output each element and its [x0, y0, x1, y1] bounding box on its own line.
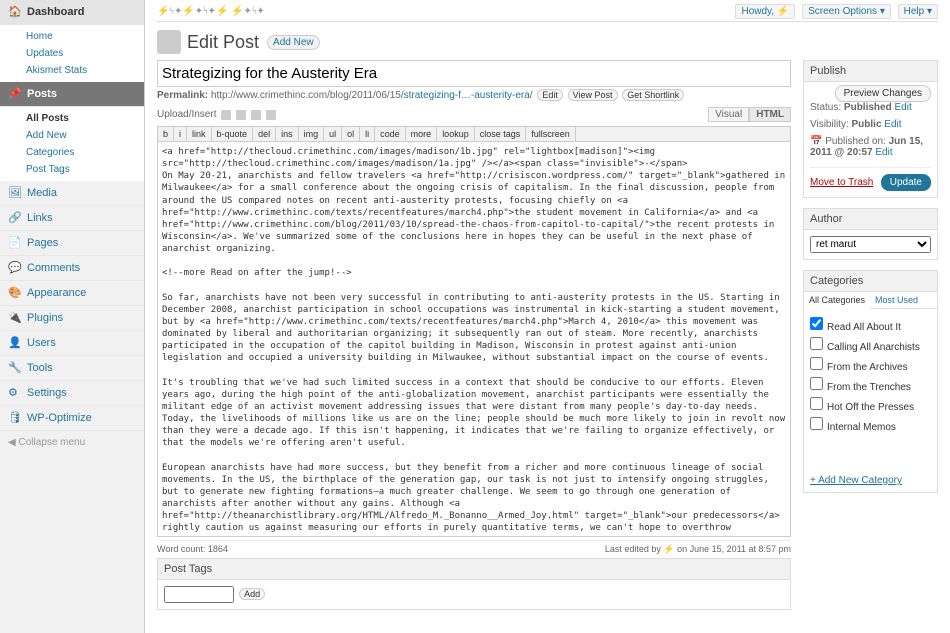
post-icon: [157, 30, 181, 54]
tb-more[interactable]: more: [406, 127, 438, 141]
cat-1[interactable]: Calling All Anarchists: [810, 335, 931, 355]
author-box: Author ret marut: [803, 208, 938, 260]
submenu-add-new[interactable]: Add New: [0, 127, 144, 144]
tb-del[interactable]: del: [253, 127, 276, 141]
plugins-icon: 🔌: [8, 311, 22, 325]
site-title[interactable]: ⚡ϟ✦⚡✦ϟ✦⚡ ⚡✦ϟ✦: [157, 6, 265, 17]
edit-status[interactable]: Edit: [895, 102, 912, 113]
tb-bquote[interactable]: b-quote: [212, 127, 254, 141]
move-to-trash[interactable]: Move to Trash: [810, 177, 873, 188]
cat-3[interactable]: From the Trenches: [810, 375, 931, 395]
menu-wp-optimize[interactable]: 🛢WP-Optimize: [0, 406, 144, 431]
tb-link[interactable]: link: [187, 127, 212, 141]
html-tab[interactable]: HTML: [749, 107, 791, 122]
add-tag-button[interactable]: Add: [239, 588, 265, 600]
permalink-slug[interactable]: strategizing-f…-austerity-era/: [404, 90, 533, 101]
tb-img[interactable]: img: [299, 127, 325, 141]
update-button[interactable]: Update: [881, 174, 931, 191]
submenu-updates[interactable]: Updates: [0, 45, 144, 62]
cat-2[interactable]: From the Archives: [810, 355, 931, 375]
add-image-icon[interactable]: [221, 110, 231, 120]
pin-icon: 📌: [8, 87, 22, 101]
word-count: 1864: [208, 544, 228, 554]
submenu-all-posts[interactable]: All Posts: [0, 110, 144, 127]
menu-plugins[interactable]: 🔌Plugins: [0, 306, 144, 331]
add-new-button[interactable]: Add New: [267, 35, 320, 50]
tb-b[interactable]: b: [158, 127, 174, 141]
author-select[interactable]: ret marut: [810, 236, 931, 253]
menu-appearance[interactable]: 🎨Appearance: [0, 281, 144, 306]
tb-li[interactable]: li: [360, 127, 375, 141]
add-audio-icon[interactable]: [251, 110, 261, 120]
settings-icon: ⚙: [8, 386, 22, 400]
users-icon: 👤: [8, 336, 22, 350]
add-category[interactable]: + Add New Category: [810, 475, 902, 486]
media-icon: 🖼: [8, 186, 22, 200]
menu-settings[interactable]: ⚙Settings: [0, 381, 144, 406]
tb-i[interactable]: i: [174, 127, 187, 141]
get-shortlink-button[interactable]: Get Shortlink: [622, 89, 684, 101]
edit-date[interactable]: Edit: [875, 147, 892, 158]
howdy[interactable]: Howdy, ⚡: [735, 4, 795, 19]
home-icon: 🏠: [8, 5, 22, 19]
menu-links[interactable]: 🔗Links: [0, 206, 144, 231]
submenu-categories[interactable]: Categories: [0, 144, 144, 161]
page-header: Edit Post Add New: [157, 30, 938, 54]
menu-tools[interactable]: 🔧Tools: [0, 356, 144, 381]
posts-submenu: All Posts Add New Categories Post Tags: [0, 107, 144, 181]
post-tags-box: Post Tags Add: [157, 558, 791, 610]
content-editor[interactable]: <a href="http://thecloud.crimethinc.com/…: [157, 141, 791, 537]
tb-ul[interactable]: ul: [324, 127, 342, 141]
comments-icon: 💬: [8, 261, 22, 275]
submenu-akismet[interactable]: Akismet Stats: [0, 62, 144, 79]
help[interactable]: Help ▾: [898, 4, 938, 19]
menu-users[interactable]: 👤Users: [0, 331, 144, 356]
dashboard-submenu: Home Updates Akismet Stats: [0, 25, 144, 82]
top-bar: ⚡ϟ✦⚡✦ϟ✦⚡ ⚡✦ϟ✦ Howdy, ⚡ Screen Options ▾ …: [157, 6, 938, 22]
upload-label: Upload/Insert: [157, 109, 216, 120]
links-icon: 🔗: [8, 211, 22, 225]
cat-4[interactable]: Hot Off the Presses: [810, 395, 931, 415]
tools-icon: 🔧: [8, 361, 22, 375]
menu-pages[interactable]: 📄Pages: [0, 231, 144, 256]
submenu-post-tags[interactable]: Post Tags: [0, 161, 144, 178]
categories-box: Categories All Categories Most Used Read…: [803, 270, 938, 493]
admin-sidebar: 🏠Dashboard Home Updates Akismet Stats 📌P…: [0, 0, 145, 633]
screen-options[interactable]: Screen Options ▾: [802, 4, 891, 19]
tb-ins[interactable]: ins: [276, 127, 299, 141]
tb-close-tags[interactable]: close tags: [475, 127, 527, 141]
edit-visibility[interactable]: Edit: [884, 119, 901, 130]
menu-media[interactable]: 🖼Media: [0, 181, 144, 206]
view-post-button[interactable]: View Post: [568, 89, 618, 101]
html-toolbar: b i link b-quote del ins img ul ol li co…: [157, 126, 791, 141]
appearance-icon: 🎨: [8, 286, 22, 300]
tag-input[interactable]: [164, 586, 234, 603]
tb-ol[interactable]: ol: [342, 127, 360, 141]
menu-dashboard[interactable]: 🏠Dashboard: [0, 0, 144, 25]
collapse-menu[interactable]: ◀ Collapse menu: [0, 431, 144, 454]
last-edited: Last edited by ⚡ on June 15, 2011 at 8:5…: [605, 544, 791, 555]
permalink-row: Permalink: http://www.crimethinc.com/blo…: [157, 90, 791, 101]
add-media-icon[interactable]: [266, 110, 276, 120]
cat-0[interactable]: Read All About It: [810, 315, 931, 335]
db-icon: 🛢: [8, 411, 22, 425]
publish-box: Publish Preview Changes Status: Publishe…: [803, 60, 938, 198]
cat-tab-most[interactable]: Most Used: [870, 292, 923, 308]
tb-lookup[interactable]: lookup: [437, 127, 475, 141]
tb-code[interactable]: code: [375, 127, 406, 141]
post-title-input[interactable]: [157, 60, 791, 87]
pages-icon: 📄: [8, 236, 22, 250]
edit-slug-button[interactable]: Edit: [537, 89, 563, 101]
main-content: ⚡ϟ✦⚡✦ϟ✦⚡ ⚡✦ϟ✦ Howdy, ⚡ Screen Options ▾ …: [145, 0, 950, 633]
menu-posts[interactable]: 📌Posts: [0, 82, 144, 107]
add-video-icon[interactable]: [236, 110, 246, 120]
cat-tab-all[interactable]: All Categories: [804, 292, 870, 309]
submenu-home[interactable]: Home: [0, 28, 144, 45]
cat-5[interactable]: Internal Memos: [810, 415, 931, 435]
visual-tab[interactable]: Visual: [708, 107, 749, 122]
page-title: Edit Post: [187, 32, 259, 53]
tb-fullscreen[interactable]: fullscreen: [526, 127, 576, 141]
preview-button[interactable]: Preview Changes: [835, 85, 931, 102]
menu-comments[interactable]: 💬Comments: [0, 256, 144, 281]
